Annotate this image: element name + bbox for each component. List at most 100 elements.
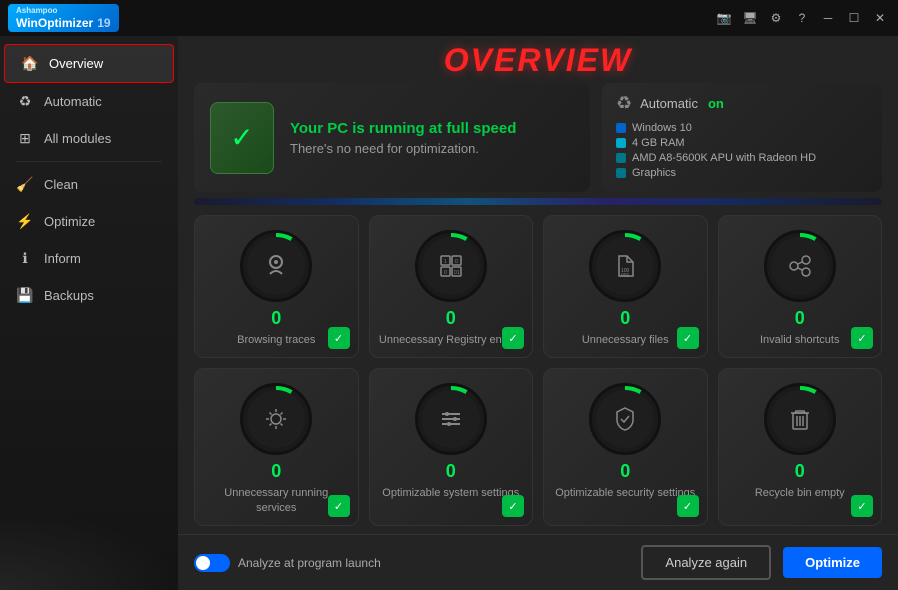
svg-text:0: 0 — [444, 270, 447, 276]
page-title-bar: OVERVIEW — [178, 36, 898, 83]
label-system-settings: Optimizable system settings — [382, 486, 519, 500]
minimize-icon[interactable]: ─ — [818, 8, 838, 28]
wave-decoration — [194, 198, 882, 205]
system-info-card: ♻ Automatic on Windows 10 4 GB RAM AMD A… — [602, 83, 882, 192]
check-system-settings: ✓ — [502, 495, 524, 517]
label-recycle: Recycle bin empty — [755, 486, 845, 500]
sys-spec-cpu-label: AMD A8-5600K APU with Radeon HD — [632, 152, 816, 164]
app-logo: Ashampoo WinOptimizer 19 — [8, 4, 119, 32]
value-browsing: 0 — [271, 308, 281, 329]
services-icon — [247, 390, 305, 448]
bottom-bar: Analyze at program launch Analyze again … — [178, 534, 898, 590]
sidebar-label-clean: Clean — [44, 177, 78, 192]
recycle-icon — [771, 390, 829, 448]
card-ring-shortcuts — [764, 230, 836, 302]
browsing-icon — [247, 237, 305, 295]
svg-text:01: 01 — [454, 270, 460, 276]
sidebar-item-all-modules[interactable]: ⊞ All modules — [0, 120, 178, 157]
label-browsing: Browsing traces — [237, 333, 315, 347]
analyze-again-button[interactable]: Analyze again — [641, 545, 771, 580]
sidebar-label-all-modules: All modules — [44, 131, 111, 146]
sys-info-label: Automatic — [640, 96, 698, 111]
modules-icon: ⊞ — [16, 130, 34, 147]
sidebar-label-automatic: Automatic — [44, 94, 102, 109]
card-ring-registry: 1 0 0 01 — [415, 230, 487, 302]
value-services: 0 — [271, 461, 281, 482]
check-registry: ✓ — [502, 327, 524, 349]
dot-gpu — [616, 168, 626, 178]
sys-spec-gpu-label: Graphics — [632, 167, 676, 179]
sys-info-header: ♻ Automatic on — [616, 93, 868, 114]
sys-spec-cpu: AMD A8-5600K APU with Radeon HD — [616, 152, 868, 164]
top-section: ✓ Your PC is running at full speed There… — [178, 83, 898, 192]
optimize-icon: ⚡ — [16, 213, 34, 230]
page-title: OVERVIEW — [444, 42, 632, 78]
sidebar-item-inform[interactable]: ℹ Inform — [0, 240, 178, 277]
check-security: ✓ — [677, 495, 699, 517]
gear-icon[interactable]: ⚙ — [766, 8, 786, 28]
sys-spec-ram-label: 4 GB RAM — [632, 137, 685, 149]
status-card: ✓ Your PC is running at full speed There… — [194, 83, 590, 192]
check-recycle: ✓ — [851, 495, 873, 517]
shortcuts-icon — [771, 237, 829, 295]
value-system-settings: 0 — [446, 461, 456, 482]
value-recycle: 0 — [795, 461, 805, 482]
optimize-button[interactable]: Optimize — [783, 547, 882, 578]
label-files: Unnecessary files — [582, 333, 669, 347]
sys-info-status: on — [708, 96, 724, 111]
card-ring-browsing — [240, 230, 312, 302]
sidebar-item-automatic[interactable]: ♻ Automatic — [0, 83, 178, 120]
monitor-icon[interactable]: 🖥 — [740, 8, 760, 28]
card-system-settings: 0 Optimizable system settings ✓ — [369, 368, 534, 526]
value-registry: 0 — [446, 308, 456, 329]
card-registry: 1 0 0 01 0 Unnecessary Registry entries … — [369, 215, 534, 358]
card-browsing-traces: 0 Browsing traces ✓ — [194, 215, 359, 358]
status-text: Your PC is running at full speed There's… — [290, 120, 516, 156]
dot-ram — [616, 138, 626, 148]
backups-icon: 💾 — [16, 287, 34, 304]
check-files: ✓ — [677, 327, 699, 349]
brand-name: Ashampoo — [16, 6, 111, 16]
close-icon[interactable]: ✕ — [870, 8, 890, 28]
svg-text:0: 0 — [455, 259, 458, 265]
sidebar-item-optimize[interactable]: ⚡ Optimize — [0, 203, 178, 240]
status-message-1: Your PC is running at full speed — [290, 120, 516, 137]
card-security-settings: 0 Optimizable security settings ✓ — [543, 368, 708, 526]
window-controls: 📷 🖥 ⚙ ? ─ ☐ ✕ — [714, 8, 890, 28]
sidebar-label-overview: Overview — [49, 56, 103, 71]
status-message-2: There's no need for optimization. — [290, 141, 516, 156]
sidebar-label-inform: Inform — [44, 251, 81, 266]
check-browsing: ✓ — [328, 327, 350, 349]
toggle-label: Analyze at program launch — [238, 556, 381, 570]
card-ring-files: 100 001 — [589, 230, 661, 302]
system-settings-icon — [422, 390, 480, 448]
status-check-icon: ✓ — [210, 102, 274, 174]
dot-cpu — [616, 153, 626, 163]
sidebar-item-clean[interactable]: 🧹 Clean — [0, 166, 178, 203]
stats-grid: 0 Browsing traces ✓ 1 0 0 — [178, 215, 898, 526]
card-ring-system-settings — [415, 383, 487, 455]
card-recycle-bin: 0 Recycle bin empty ✓ — [718, 368, 883, 526]
card-shortcuts: 0 Invalid shortcuts ✓ — [718, 215, 883, 358]
home-icon: 🏠 — [21, 55, 39, 72]
value-shortcuts: 0 — [795, 308, 805, 329]
value-files: 0 — [620, 308, 630, 329]
registry-icon: 1 0 0 01 — [422, 237, 480, 295]
sidebar-label-optimize: Optimize — [44, 214, 95, 229]
maximize-icon[interactable]: ☐ — [844, 8, 864, 28]
analyze-toggle[interactable] — [194, 554, 230, 572]
card-files: 100 001 0 Unnecessary files ✓ — [543, 215, 708, 358]
sys-spec-os: Windows 10 — [616, 122, 868, 134]
files-icon: 100 001 — [596, 237, 654, 295]
app-name: WinOptimizer — [16, 16, 93, 30]
camera-icon[interactable]: 📷 — [714, 8, 734, 28]
sidebar-item-overview[interactable]: 🏠 Overview — [4, 44, 174, 83]
automatic-icon: ♻ — [16, 93, 34, 110]
card-ring-security — [589, 383, 661, 455]
value-security: 0 — [620, 461, 630, 482]
app-version: 19 — [97, 16, 110, 30]
clean-icon: 🧹 — [16, 176, 34, 193]
check-services: ✓ — [328, 495, 350, 517]
help-icon[interactable]: ? — [792, 8, 812, 28]
sidebar-item-backups[interactable]: 💾 Backups — [0, 277, 178, 314]
